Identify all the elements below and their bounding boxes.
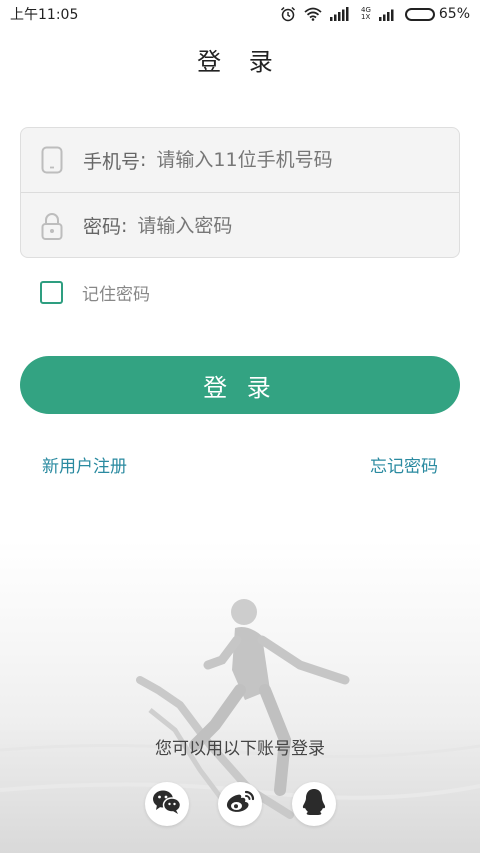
password-colon: : <box>121 214 128 237</box>
phone-icon <box>39 145 65 175</box>
login-form: 手机号 : 密码 : <box>20 127 460 258</box>
wechat-login-button[interactable] <box>145 782 189 826</box>
remember-label: 记住密码 <box>82 285 150 305</box>
status-bar: 上午11:05 4G 1X 65% <box>0 0 480 28</box>
wechat-icon <box>152 789 182 819</box>
register-link[interactable]: 新用户注册 <box>42 452 127 477</box>
network-subtype: 1X <box>360 13 371 21</box>
wifi-icon <box>304 7 322 21</box>
phone-colon: : <box>140 149 147 171</box>
battery-percent: 65% <box>438 6 470 22</box>
battery-icon <box>404 7 435 21</box>
qq-login-button[interactable] <box>292 782 336 826</box>
social-login-caption: 您可以用以下账号登录 <box>155 739 325 759</box>
status-time: 上午11:05 <box>10 7 79 23</box>
weibo-icon <box>225 789 255 819</box>
qq-icon <box>301 788 327 820</box>
battery-indicator: 65% <box>404 6 470 22</box>
password-label: 密码 <box>83 216 122 238</box>
phone-label: 手机号 <box>83 150 141 173</box>
signal-4g-icon: 4G 1X <box>329 7 371 21</box>
forgot-password-link[interactable]: 忘记密码 <box>370 452 438 477</box>
weibo-login-button[interactable] <box>218 782 262 826</box>
phone-row: 手机号 : <box>21 128 459 193</box>
remember-password[interactable]: 记住密码 <box>40 280 150 305</box>
page-title: 登 录 <box>197 48 283 76</box>
password-row: 密码 : <box>21 193 459 258</box>
phone-input[interactable] <box>156 149 459 171</box>
remember-checkbox[interactable] <box>40 281 63 304</box>
lock-icon <box>39 211 65 241</box>
signal-icon <box>378 7 397 21</box>
password-input[interactable] <box>137 214 459 237</box>
social-login-row <box>0 782 480 826</box>
login-button[interactable]: 登 录 <box>20 356 460 414</box>
alarm-clock-icon <box>280 6 296 22</box>
